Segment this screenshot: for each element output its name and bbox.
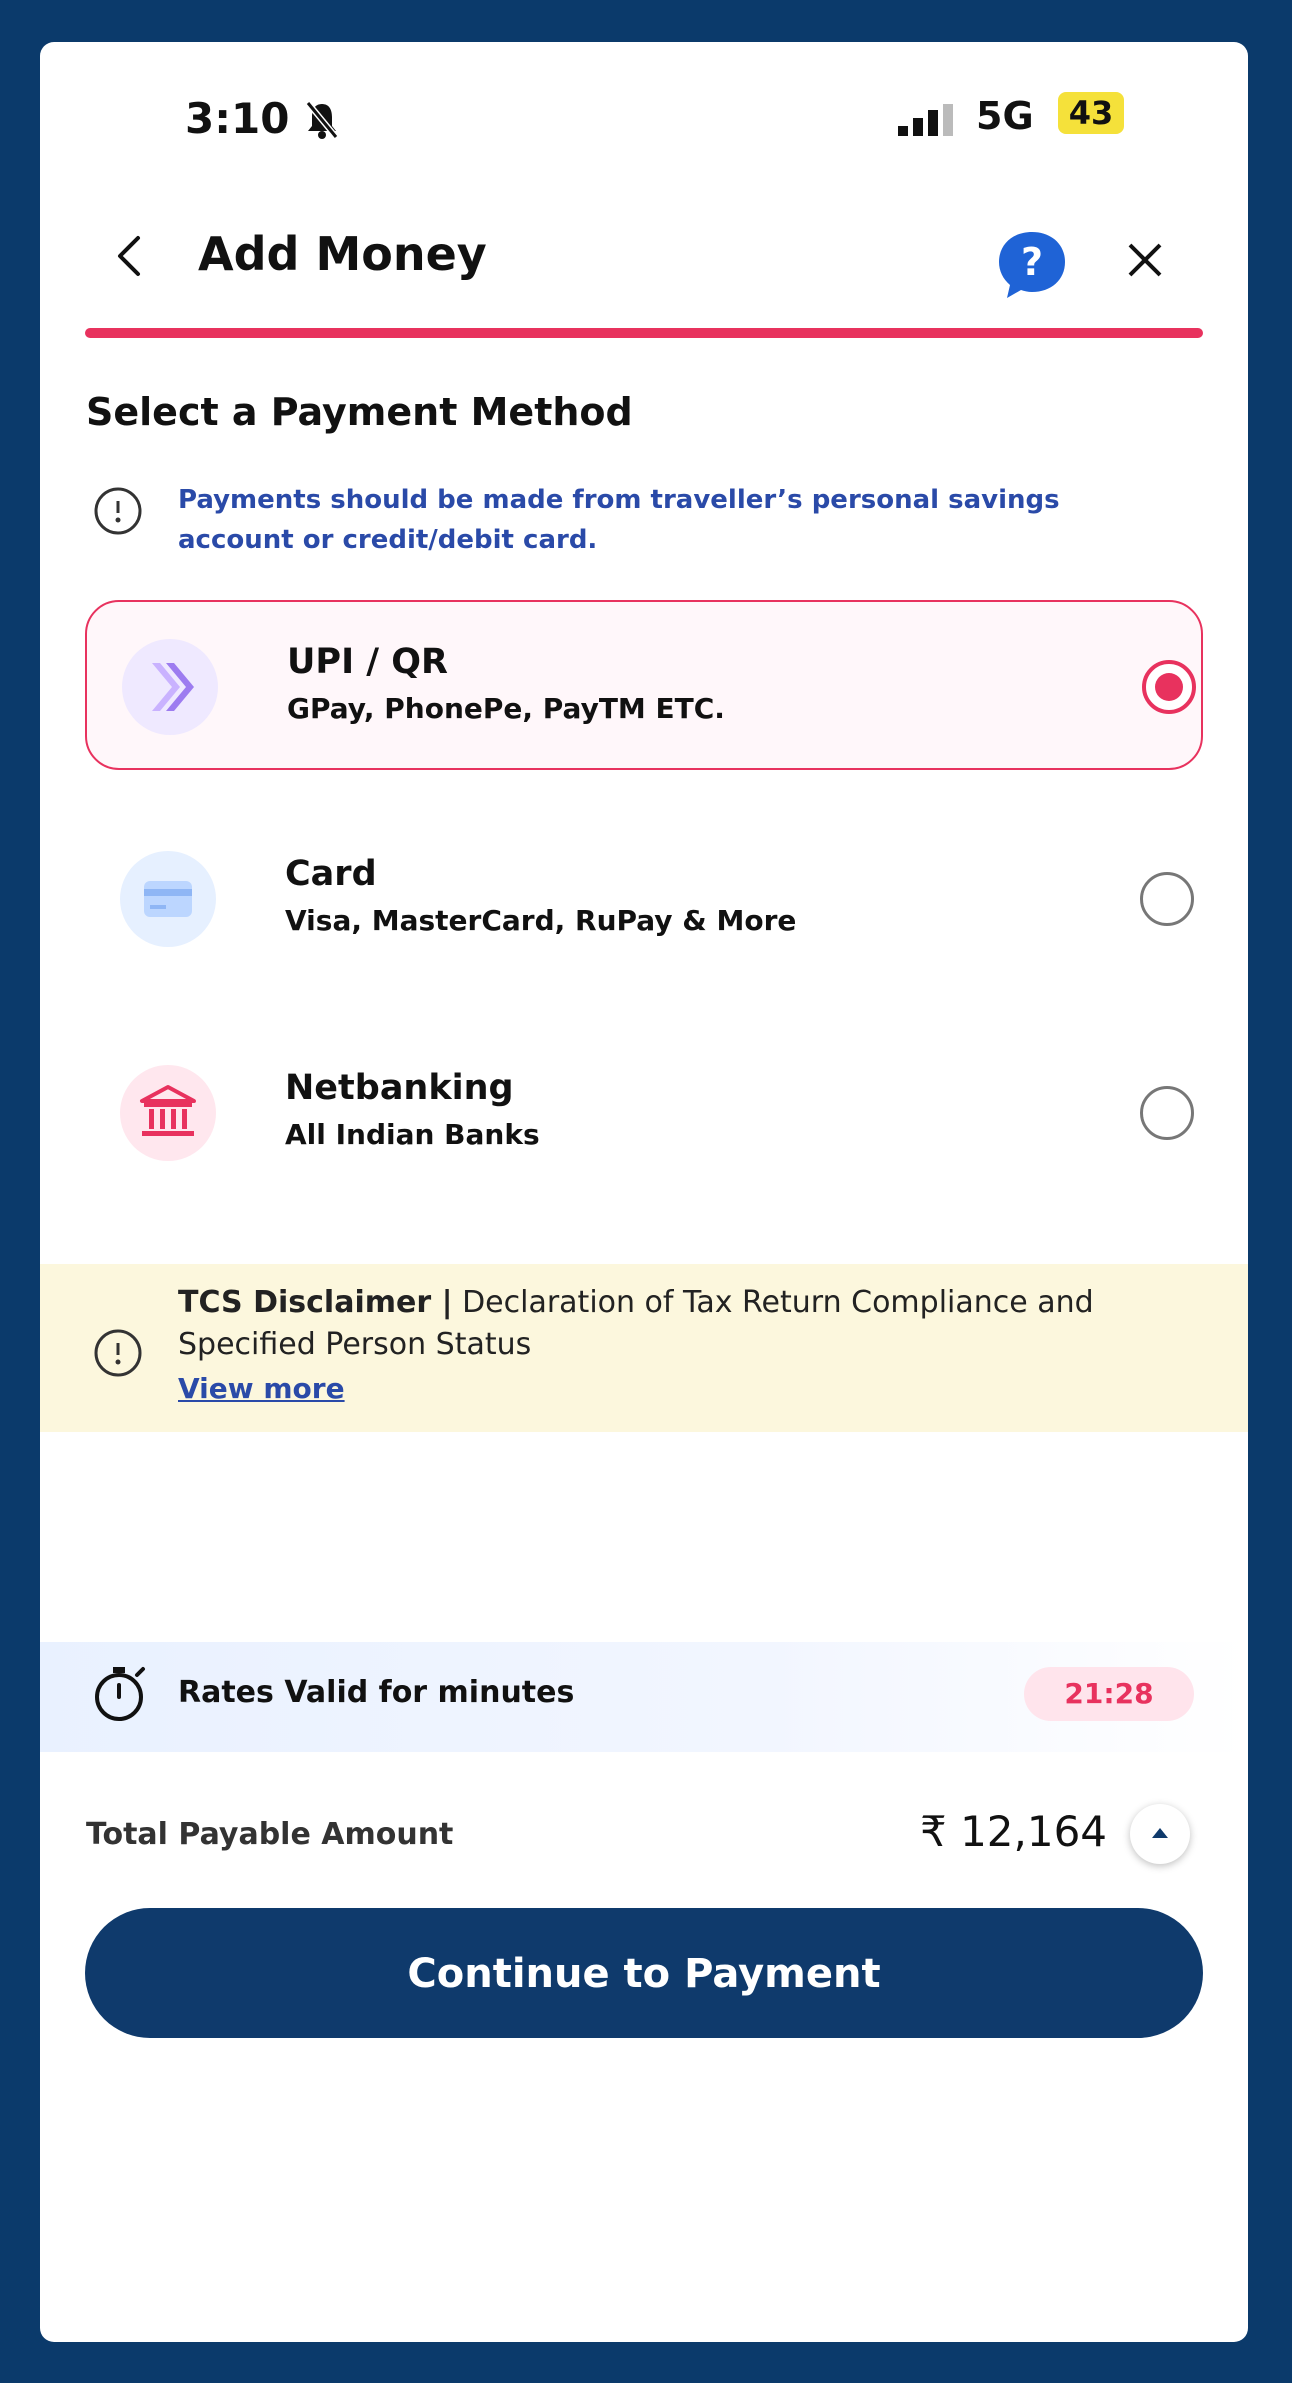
phone-screen: 3:10 5G 43 Add Money ? Select a Payment … xyxy=(40,42,1248,2342)
radio-unselected[interactable] xyxy=(1140,872,1194,926)
stopwatch-icon xyxy=(86,1659,156,1733)
help-icon[interactable]: ? xyxy=(995,228,1069,306)
option-title: UPI / QR xyxy=(287,642,448,682)
close-icon[interactable] xyxy=(1125,240,1165,284)
back-icon[interactable] xyxy=(110,232,150,284)
radio-unselected[interactable] xyxy=(1140,1086,1194,1140)
continue-to-payment-button[interactable]: Continue to Payment xyxy=(85,1908,1203,2038)
disclaimer-title: TCS Disclaimer | xyxy=(178,1285,453,1320)
info-note: Payments should be made from traveller’s… xyxy=(178,485,1060,555)
rates-countdown: 21:28 xyxy=(1024,1667,1194,1721)
network-type: 5G xyxy=(976,94,1034,138)
payment-option-netbanking[interactable]: Netbanking All Indian Banks xyxy=(85,1028,1203,1198)
progress-bar xyxy=(85,328,1203,338)
card-icon xyxy=(120,851,216,947)
signal-icon xyxy=(898,104,960,140)
status-time: 3:10 xyxy=(185,94,290,143)
total-payable-label: Total Payable Amount xyxy=(86,1817,454,1852)
battery-level: 43 xyxy=(1058,92,1124,134)
rates-valid-label: Rates Valid for minutes xyxy=(178,1675,575,1710)
bank-icon xyxy=(120,1065,216,1161)
disclaimer-text: TCS Disclaimer | Declaration of Tax Retu… xyxy=(178,1282,1118,1366)
total-payable-amount: ₹ 12,164 xyxy=(920,1807,1108,1856)
option-title: Card xyxy=(285,854,377,894)
svg-text:?: ? xyxy=(1021,240,1043,284)
info-icon xyxy=(92,485,144,541)
info-icon xyxy=(92,1327,144,1383)
chevron-up-icon[interactable] xyxy=(1130,1804,1190,1864)
option-subtitle: GPay, PhonePe, PayTM ETC. xyxy=(287,692,725,725)
option-subtitle: All Indian Banks xyxy=(285,1118,540,1151)
view-more-link[interactable]: View more xyxy=(178,1372,345,1405)
payment-option-upi[interactable]: UPI / QR GPay, PhonePe, PayTM ETC. xyxy=(85,600,1203,770)
radio-selected[interactable] xyxy=(1142,660,1196,714)
payment-option-card[interactable]: Card Visa, MasterCard, RuPay & More xyxy=(85,814,1203,984)
bell-muted-icon xyxy=(305,100,339,144)
page-title: Add Money xyxy=(198,227,487,281)
option-title: Netbanking xyxy=(285,1068,514,1108)
option-subtitle: Visa, MasterCard, RuPay & More xyxy=(285,904,797,937)
upi-icon xyxy=(122,639,218,735)
section-title: Select a Payment Method xyxy=(86,390,633,434)
